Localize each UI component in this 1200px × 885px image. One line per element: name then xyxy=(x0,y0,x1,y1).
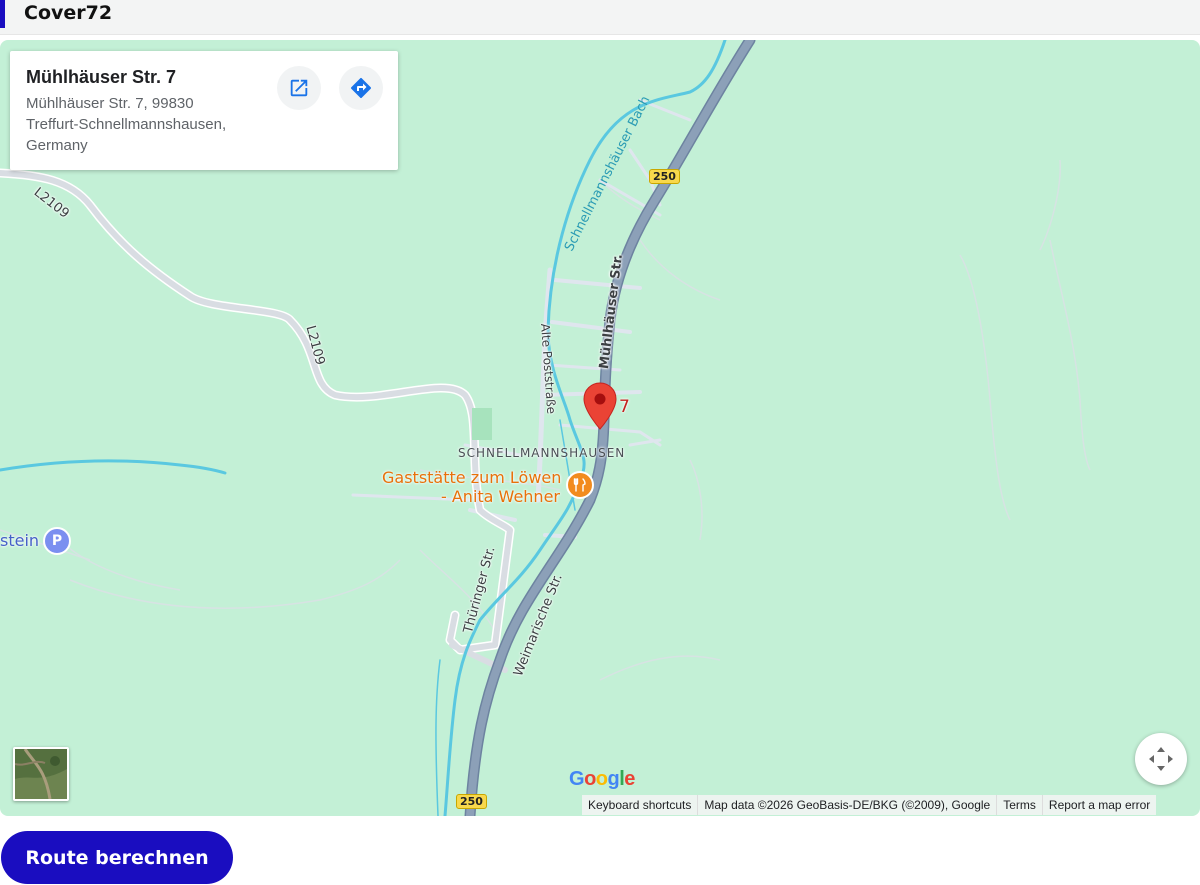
open-in-maps-button[interactable] xyxy=(277,66,321,110)
move-arrows-icon xyxy=(1149,747,1173,771)
logo-letter: G xyxy=(569,768,585,790)
report-error-link[interactable]: Report a map error xyxy=(1041,795,1156,815)
address-line-3: Germany xyxy=(26,137,88,154)
logo-letter: g xyxy=(607,768,620,790)
fork-knife-icon xyxy=(573,478,586,492)
google-logo: Google xyxy=(569,768,635,791)
route-button[interactable]: Route berechnen xyxy=(1,831,233,884)
address-line-1: Mühlhäuser Str. 7, 99830 xyxy=(26,95,194,112)
logo-letter: o xyxy=(595,768,608,790)
poi-label-line2[interactable]: - Anita Wehner xyxy=(441,487,560,506)
road-shield-250-bottom: 250 xyxy=(456,794,487,809)
logo-letter: o xyxy=(584,768,596,790)
terms-link[interactable]: Terms xyxy=(996,795,1042,815)
page-title: Cover72 xyxy=(24,2,113,24)
address-line-2: Treffurt-Schnellmannshausen, xyxy=(26,116,227,133)
title-accent-bar xyxy=(0,0,5,28)
poi-label-line1[interactable]: Gaststätte zum Löwen xyxy=(382,468,561,487)
map-data-attribution: Map data ©2026 GeoBasis-DE/BKG (©2009), … xyxy=(697,795,996,815)
camera-control-button[interactable] xyxy=(1135,733,1187,785)
map-view[interactable]: 250 250 L2109 L2109 Schnellmannshäuser B… xyxy=(0,40,1200,816)
park-area xyxy=(472,408,492,440)
poi-label-stein[interactable]: stein xyxy=(0,531,39,550)
restaurant-icon[interactable] xyxy=(566,471,594,499)
directions-button[interactable] xyxy=(339,66,383,110)
parking-icon[interactable]: P xyxy=(43,527,71,555)
top-bar: Cover72 xyxy=(0,0,1200,35)
logo-letter: e xyxy=(624,768,635,790)
road-shield-250-top: 250 xyxy=(649,169,680,184)
keyboard-shortcuts-link[interactable]: Keyboard shortcuts xyxy=(582,795,697,815)
location-pin-icon[interactable] xyxy=(583,382,617,430)
place-name: Mühlhäuser Str. 7 xyxy=(26,67,177,87)
directions-icon xyxy=(350,77,372,99)
satellite-layer-toggle[interactable] xyxy=(13,747,69,801)
place-info-card: Mühlhäuser Str. 7 Mühlhäuser Str. 7, 998… xyxy=(10,51,398,170)
satellite-thumbnail-icon xyxy=(15,749,67,799)
place-address: Mühlhäuser Str. 7, 99830 Treffurt-Schnel… xyxy=(26,93,266,156)
town-label: SCHNELLMANNSHAUSEN xyxy=(458,446,626,460)
open-in-new-icon xyxy=(290,79,308,97)
map-footer: Keyboard shortcuts Map data ©2026 GeoBas… xyxy=(582,795,1157,815)
marker-label: 7 xyxy=(619,397,630,417)
